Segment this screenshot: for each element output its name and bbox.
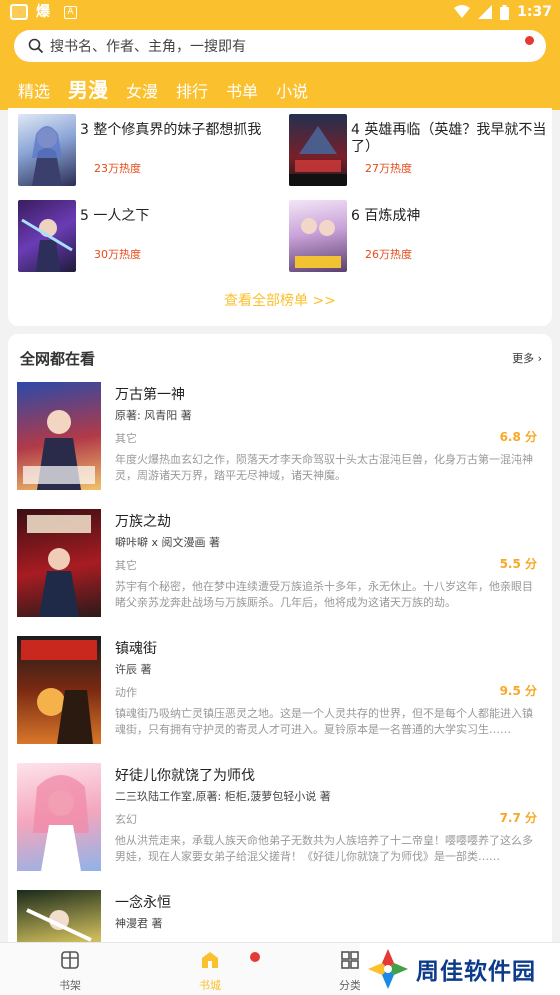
book-item[interactable]: 镇魂街 许辰 著 动作 9.5 分 镇魂街乃吸纳亡灵镇压恶灵之地。这是一个人灵共… [17, 636, 541, 748]
book-title: 镇魂街 [115, 641, 157, 657]
more-link[interactable]: 更多 › [512, 350, 542, 366]
book-author: 许辰 著 [115, 663, 152, 676]
rank-title: 4 英雄再临（英雄？我早就不当了） [351, 122, 547, 155]
book-score: 6.8 分 [499, 430, 537, 444]
cover-illustration [33, 775, 89, 871]
cover-illustration [23, 410, 95, 490]
chevron-right-icon: › [537, 352, 542, 365]
book-cover [17, 382, 101, 490]
book-author: 噼咔噼 x 阅文漫画 著 [115, 536, 220, 549]
book-title: 万族之劫 [115, 514, 171, 530]
nav-bookstore[interactable]: 书城 [170, 949, 250, 993]
book-score: 9.5 分 [499, 684, 537, 698]
heat-count: 26万热度 [365, 248, 412, 261]
rank-title: 6 百炼成神 [351, 208, 421, 224]
book-cover [17, 636, 101, 744]
book-cover [289, 200, 347, 272]
rank-item[interactable]: 4 英雄再临（英雄？我早就不当了） 27万热度 [289, 114, 559, 188]
ranking-card: 3 整个修真界的妹子都想抓我 23万热度 4 英雄再临（英雄？我早就不当了） 2… [8, 108, 552, 326]
status-time: 1:37 [517, 4, 552, 20]
cover-illustration [21, 640, 97, 744]
book-item[interactable]: 万族之劫 噼咔噼 x 阅文漫画 著 其它 5.5 分 苏宇有个秘密，他在梦中连续… [17, 509, 541, 621]
nav-label: 书城 [199, 979, 221, 992]
tab-ranking[interactable]: 排行 [176, 78, 208, 108]
book-cover [17, 763, 101, 871]
more-label: 更多 [512, 352, 535, 365]
top-header: 爆 A 1:37 搜书名、作者、主角，一搜即有 精选 男漫 女漫 排行 书单 小… [0, 0, 560, 110]
status-right-icons: 1:37 [454, 4, 552, 20]
bookshelf-icon [61, 951, 79, 969]
tab-female-comics[interactable]: 女漫 [126, 78, 158, 108]
book-description: 年度火爆热血玄幻之作，陨落天才李天命驾驭十头太古混沌巨兽，化身万古第一混沌神灵，… [115, 453, 533, 482]
cover-illustration [32, 126, 62, 186]
book-description: 他从洪荒走来，承载人族天命他弟子无数共为人族培养了十二帝皇！嘤嘤嘤养了这么多男娃… [115, 834, 533, 863]
book-genre: 动作 [115, 686, 137, 699]
a-badge-icon: A [64, 5, 77, 19]
cover-illustration [295, 218, 341, 268]
app-badge-icon: 爆 [36, 4, 50, 20]
book-item[interactable]: 好徒儿你就饶了为师伐 二三玖陆工作室,原著: 柜柜,菠萝包轻小说 著 玄幻 7.… [17, 763, 541, 875]
notification-dot [525, 36, 534, 45]
rank-item[interactable]: 6 百炼成神 26万热度 [289, 200, 559, 274]
wifi-icon [454, 5, 471, 18]
heat-count: 30万热度 [94, 248, 141, 261]
book-cover [18, 114, 76, 186]
search-input[interactable]: 搜书名、作者、主角，一搜即有 [50, 36, 246, 56]
watermark: 周佳软件园 [360, 943, 560, 995]
book-description: 镇魂街乃吸纳亡灵镇压恶灵之地。这是一个人灵共存的世界，但不是每个人都能进入镇魂街… [115, 707, 533, 736]
book-title: 一念永恒 [115, 895, 171, 911]
notification-square-icon [10, 4, 28, 20]
cover-illustration [21, 218, 73, 272]
cover-illustration [27, 515, 91, 617]
rank-item[interactable]: 5 一人之下 30万热度 [18, 200, 288, 274]
rank-title: 3 整个修真界的妹子都想抓我 [80, 122, 262, 138]
search-icon [28, 38, 44, 54]
nav-bookshelf[interactable]: 书架 [30, 949, 110, 993]
notification-dot [250, 952, 260, 962]
heat-count: 23万热度 [94, 162, 141, 175]
tab-novel[interactable]: 小说 [276, 78, 308, 108]
book-cover [17, 509, 101, 617]
book-genre: 玄幻 [115, 813, 137, 826]
book-genre: 其它 [115, 559, 137, 572]
category-tabs: 精选 男漫 女漫 排行 书单 小说 [0, 72, 560, 108]
rank-title: 5 一人之下 [80, 208, 150, 224]
book-author: 二三玖陆工作室,原著: 柜柜,菠萝包轻小说 著 [115, 790, 331, 803]
book-title: 好徒儿你就饶了为师伐 [115, 768, 255, 784]
book-author: 神漫君 著 [115, 917, 163, 930]
book-cover [18, 200, 76, 272]
status-bar: 爆 A 1:37 [0, 0, 560, 24]
book-title: 万古第一神 [115, 387, 185, 403]
status-left-icons: 爆 A [10, 4, 77, 20]
book-description: 苏宇有个秘密，他在梦中连续遭受万族追杀十多年，永无休止。十八岁这年，他亲眼目睹父… [115, 580, 533, 609]
view-all-rankings-link[interactable]: 查看全部榜单 >> [8, 290, 552, 310]
book-item[interactable]: 万古第一神 原著: 风青阳 著 其它 6.8 分 年度火爆热血玄幻之作，陨落天才… [17, 382, 541, 494]
book-cover [289, 114, 347, 186]
heat-count: 27万热度 [365, 162, 412, 175]
bookstore-icon [202, 952, 218, 968]
tab-booklist[interactable]: 书单 [226, 78, 258, 108]
signal-icon [478, 5, 493, 19]
cover-illustration [289, 126, 347, 186]
book-author: 原著: 风青阳 著 [115, 409, 192, 422]
tab-featured[interactable]: 精选 [18, 78, 50, 108]
nav-label: 书架 [59, 979, 81, 992]
tab-male-comics[interactable]: 男漫 [68, 74, 108, 108]
rank-item[interactable]: 3 整个修真界的妹子都想抓我 23万热度 [18, 114, 288, 188]
watermark-text: 周佳软件园 [416, 959, 536, 985]
battery-icon [500, 4, 510, 20]
search-bar[interactable]: 搜书名、作者、主角，一搜即有 [14, 30, 546, 62]
section-title: 全网都在看 [20, 350, 96, 368]
book-genre: 其它 [115, 432, 137, 445]
watermark-logo-icon [368, 949, 408, 989]
all-network-card: 全网都在看 更多 › 万古第一神 原著: 风青阳 著 其它 6.8 分 年度火爆… [8, 334, 552, 954]
category-icon [341, 951, 359, 969]
book-score: 5.5 分 [499, 557, 537, 571]
book-score: 7.7 分 [499, 811, 537, 825]
